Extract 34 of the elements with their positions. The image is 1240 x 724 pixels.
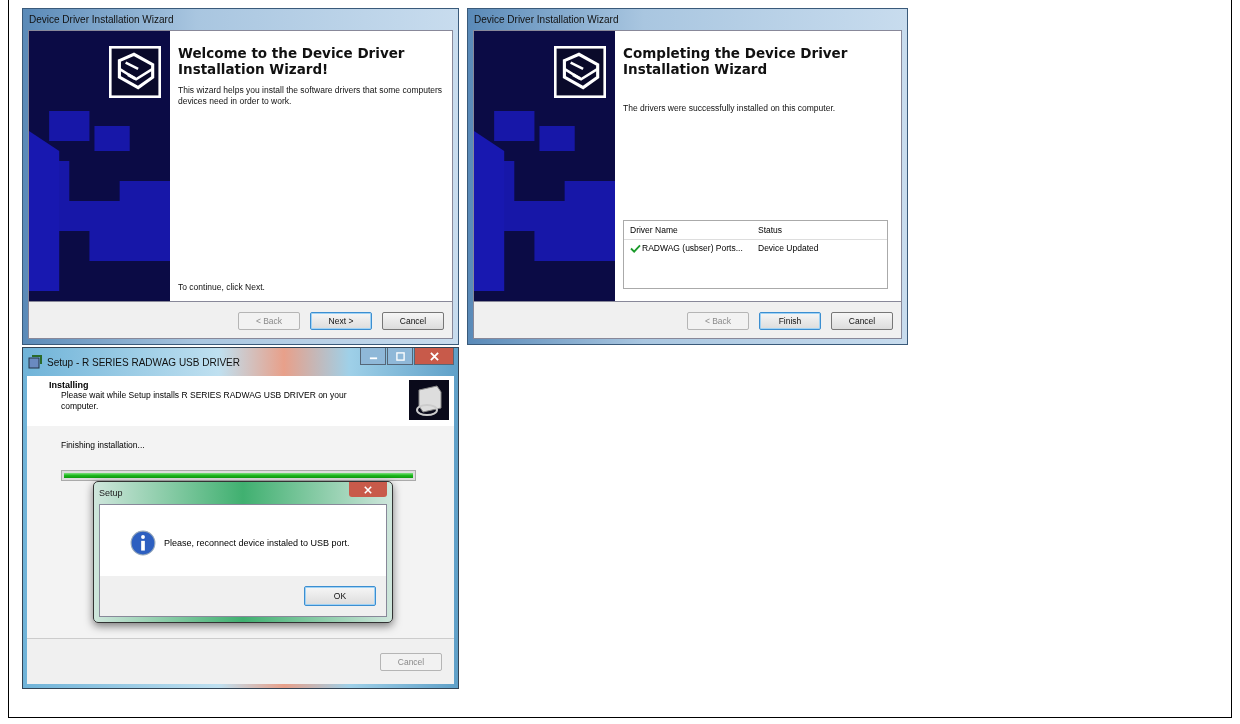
dialog-button[interactable]: Cancel [831,312,893,330]
window-title: Device Driver Installation Wizard [473,13,620,27]
status-text: Finishing installation... [61,440,146,450]
dialog-message: Please, reconnect device instaled to USB port. [164,538,350,548]
dialog-button[interactable]: Finish [759,312,821,330]
device-drive-icon [109,46,161,98]
close-icon [429,351,439,361]
dialog-button[interactable]: Cancel [382,312,444,330]
continue-hint: To continue, click Next. [178,282,266,293]
close-button[interactable] [414,348,454,365]
column-header[interactable]: Driver Name [630,225,758,235]
close-icon [364,485,372,494]
close-button[interactable] [349,482,387,497]
information-icon [130,530,156,556]
window-title: Device Driver Installation Wizard [28,13,175,27]
computer-icon [408,380,450,420]
wizard-description: This wizard helps you install the software drivers that some computers devices need in order to work. [178,85,444,107]
wizard-description: The drivers were successfully installed on this computer. [623,103,837,114]
page-heading: Installing [49,380,90,390]
maximize-button[interactable] [387,348,413,365]
minimize-button[interactable] [360,348,386,365]
wizard-heading: Welcome to the Device Driver Installation Wizard! [178,45,406,77]
wizard-heading: Completing the Device Driver Installation Wizard [623,45,849,77]
dialog-button[interactable]: Next > [310,312,372,330]
device-drive-icon [554,46,606,98]
table-cell: RADWAG (usbser) Ports... [642,243,743,253]
dialog-title: Setup [99,488,123,498]
maximize-icon [395,351,405,361]
dialog-button[interactable]: OK [304,586,376,606]
installer-icon [27,354,43,370]
column-header[interactable]: Status [758,225,878,235]
page-description: Please wait while Setup installs R SERIES RADWAG USB DRIVER on your computer. [60,390,348,412]
table-cell-text: Device Updated [758,243,820,253]
window-title: Setup - R SERIES RADWAG USB DRIVER [47,356,241,368]
